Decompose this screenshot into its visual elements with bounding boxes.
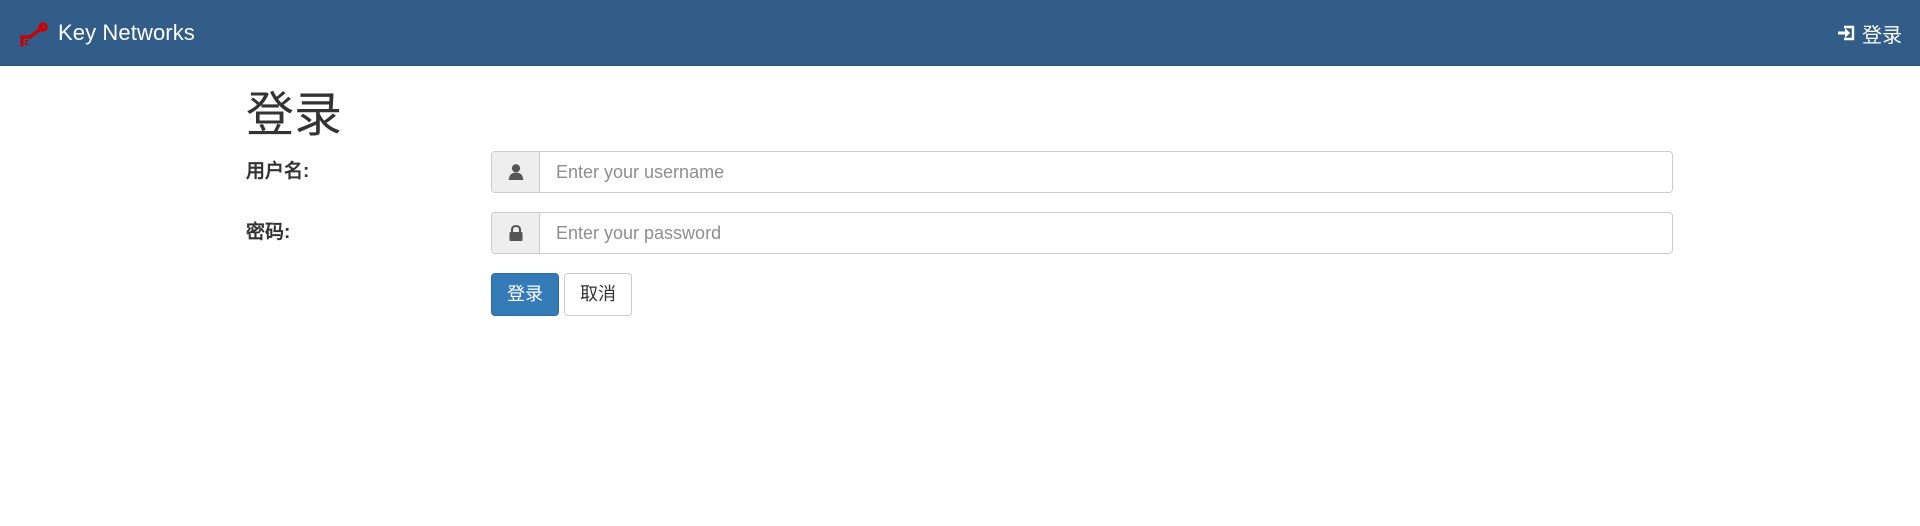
password-label: 密码: [246,222,291,243]
key-icon [18,17,50,49]
password-input[interactable] [540,213,1672,253]
form-buttons: 登录 取消 [491,273,632,316]
user-icon [492,152,540,192]
page-title: 登录 [246,89,343,142]
username-row: 用户名: [246,151,1674,193]
username-label: 用户名: [246,161,310,182]
login-button[interactable]: 登录 [491,273,559,316]
cancel-button[interactable]: 取消 [564,273,632,316]
lock-icon [492,213,540,253]
nav-login-label: 登录 [1862,24,1902,47]
sign-in-icon [1836,22,1858,44]
brand-link[interactable]: Key Networks [18,16,195,50]
nav-login-link[interactable]: 登录 [1836,18,1902,48]
password-row: 密码: [246,212,1674,254]
password-input-group [491,212,1673,254]
username-input[interactable] [540,152,1672,192]
top-navbar: Key Networks 登录 [0,0,1920,66]
brand-name: Key Networks [58,20,195,45]
username-input-group [491,151,1673,193]
